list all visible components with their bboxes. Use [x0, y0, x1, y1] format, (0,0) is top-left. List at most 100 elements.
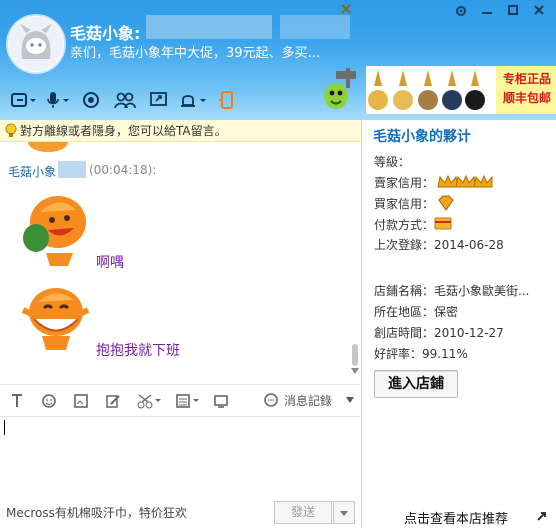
chevron-down-icon [340, 511, 348, 516]
payment-row: 付款方式： [374, 216, 434, 233]
seller-credit-row: 賣家信用： [374, 174, 434, 191]
chat-bubble-icon [264, 393, 278, 407]
buyer-credit-row: 買家信用： [374, 195, 434, 212]
screen-share-button[interactable] [144, 88, 174, 112]
back-button[interactable] [8, 88, 38, 112]
font-icon [12, 394, 22, 407]
mascot-plugin-icon[interactable] [318, 68, 358, 112]
redacted-sender [58, 161, 86, 178]
rating-row: 好評率：99.11% [374, 345, 468, 362]
alert-button[interactable] [178, 88, 208, 112]
store-name-value: 毛菇小象歐美街... [434, 284, 530, 298]
promo-line-1: 专柜正品 [502, 72, 551, 86]
open-date-row: 創店時間：2010-12-27 [374, 324, 504, 341]
avatar[interactable] [8, 16, 64, 72]
close-icon [534, 5, 544, 15]
seller-credit-label: 賣家信用： [374, 176, 435, 190]
image-button[interactable] [72, 392, 90, 410]
arrow-icon[interactable] [536, 510, 548, 522]
redacted-id [146, 15, 272, 39]
scrollbar-thumb[interactable] [352, 344, 358, 366]
maximize-button[interactable] [504, 4, 522, 22]
smiley-icon [42, 394, 56, 408]
screenshot-button[interactable] [136, 392, 164, 410]
ad-text[interactable]: Mecross有机棉吸汗巾，特价狂欢 [6, 504, 187, 521]
buyer-credit-label: 買家信用： [374, 197, 435, 211]
close-notice-button[interactable] [339, 0, 353, 22]
notice-text: 對方離線或者隱身，您可以給TA留言。 [20, 124, 227, 138]
history-button[interactable]: 消息記錄 [284, 392, 332, 409]
shop-title[interactable]: 毛菇小象的夥计 [373, 126, 471, 146]
gear-icon [456, 6, 466, 16]
minimize-icon [482, 12, 492, 14]
promo-text[interactable]: 专柜正品 顺丰包邮 [500, 70, 554, 108]
payment-label: 付款方式： [374, 218, 435, 232]
store-recommend-link[interactable]: 点击查看本店推荐 [404, 508, 508, 527]
bell-icon [181, 95, 206, 107]
mobile-button[interactable] [212, 88, 242, 112]
location-row: 所在地區：保密 [374, 303, 458, 320]
diamond-rating-icon [438, 195, 454, 211]
location-label: 所在地區： [374, 305, 435, 319]
promo-line-2: 顺丰包邮 [502, 91, 551, 105]
chat-toolbar [8, 88, 242, 112]
enter-store-button[interactable]: 進入店鋪 [374, 370, 458, 398]
settings-icon[interactable] [452, 4, 470, 22]
edit-button[interactable] [104, 392, 122, 410]
chevron-down-icon[interactable] [346, 397, 354, 403]
card-payment-icon [434, 217, 452, 230]
record-icon [83, 92, 99, 108]
remote-assist-button[interactable] [212, 392, 230, 410]
font-button[interactable] [8, 392, 26, 410]
input-caret [4, 420, 5, 435]
open-date-label: 創店時間： [374, 326, 435, 340]
store-name-row: 店鋪名稱：毛菇小象歐美街... [374, 282, 529, 299]
send-button[interactable]: 發送 [274, 501, 332, 524]
last-login-value: 2014-06-28 [434, 238, 504, 252]
sticker-image [23, 196, 86, 266]
contacts-button[interactable] [110, 88, 140, 112]
chat-message: 啊喁 [96, 255, 124, 271]
store-name-label: 店鋪名稱： [374, 284, 435, 298]
rating-label: 好評率： [374, 347, 423, 361]
location-value: 保密 [434, 305, 459, 319]
contacts-icon [114, 92, 136, 109]
message-time: (00:04:18): [89, 163, 157, 177]
sticker-image [28, 142, 68, 152]
level-row: 等級： [374, 153, 410, 170]
crown-rating-icon [437, 174, 493, 188]
pendant-banner-image[interactable] [366, 66, 496, 114]
edit-icon [106, 395, 120, 408]
microphone-icon [47, 92, 69, 108]
offline-notice: 對方離線或者隱身，您可以給TA留言。 [0, 120, 361, 142]
scroll-down-icon[interactable] [351, 368, 359, 374]
send-options-button[interactable] [333, 501, 355, 524]
maximize-icon [508, 5, 518, 15]
close-button[interactable] [530, 4, 548, 22]
scissors-icon [137, 394, 161, 409]
lightbulb-icon [5, 123, 17, 137]
message-input[interactable] [0, 416, 361, 496]
last-login-row: 上次登錄：2014-06-28 [374, 236, 504, 253]
rating-value: 99.11% [422, 347, 468, 361]
record-button[interactable] [76, 88, 106, 112]
contact-name: 毛菇小象: [70, 24, 141, 43]
chat-message: 抱抱我就下班 [96, 343, 180, 359]
back-icon [11, 93, 36, 107]
contact-status: 亲们，毛菇小象年中大促，39元起、多买… [70, 46, 321, 61]
message-sender: 毛菇小象 [8, 165, 57, 179]
minimize-button[interactable] [478, 4, 496, 22]
level-label: 等級： [374, 155, 411, 169]
image-icon [74, 394, 88, 408]
screen-share-icon [150, 92, 167, 106]
voice-button[interactable] [42, 88, 72, 112]
mobile-icon [219, 91, 233, 109]
calculator-icon [176, 394, 199, 408]
emoji-button[interactable] [40, 392, 58, 410]
avatar-icon [9, 17, 63, 71]
sticker-image [21, 288, 90, 350]
last-login-label: 上次登錄： [374, 238, 435, 252]
calculator-button[interactable] [174, 392, 202, 410]
monitor-icon [214, 395, 228, 408]
close-icon [341, 4, 351, 14]
